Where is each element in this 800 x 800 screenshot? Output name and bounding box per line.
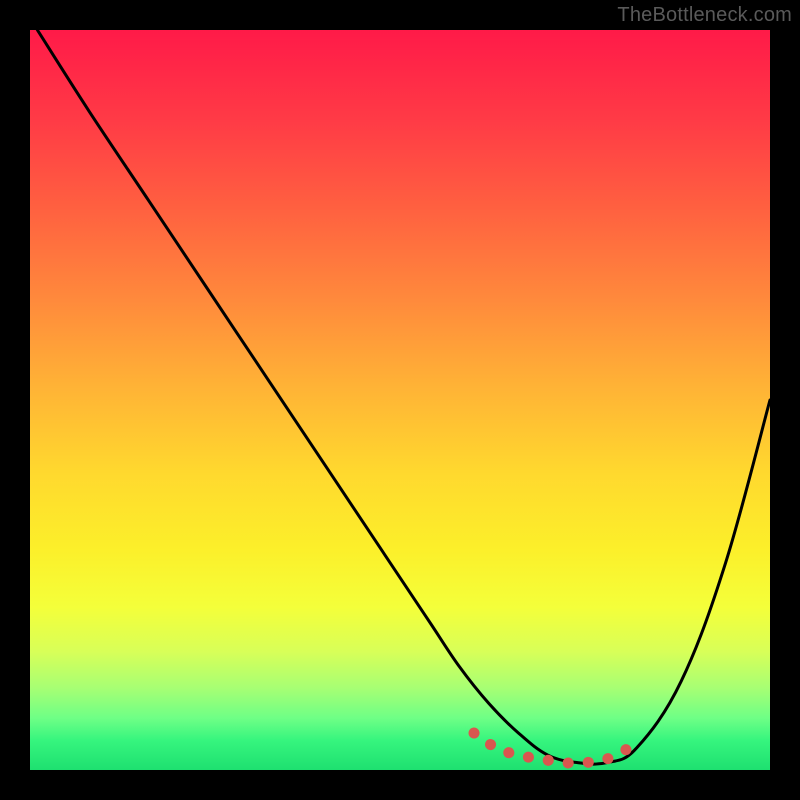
optimal-range-dots (474, 733, 629, 763)
watermark-text: TheBottleneck.com (617, 4, 792, 27)
curve-svg (30, 30, 770, 770)
plot-area (30, 30, 770, 770)
bottleneck-curve (37, 30, 770, 764)
chart-frame: TheBottleneck.com (0, 0, 800, 800)
